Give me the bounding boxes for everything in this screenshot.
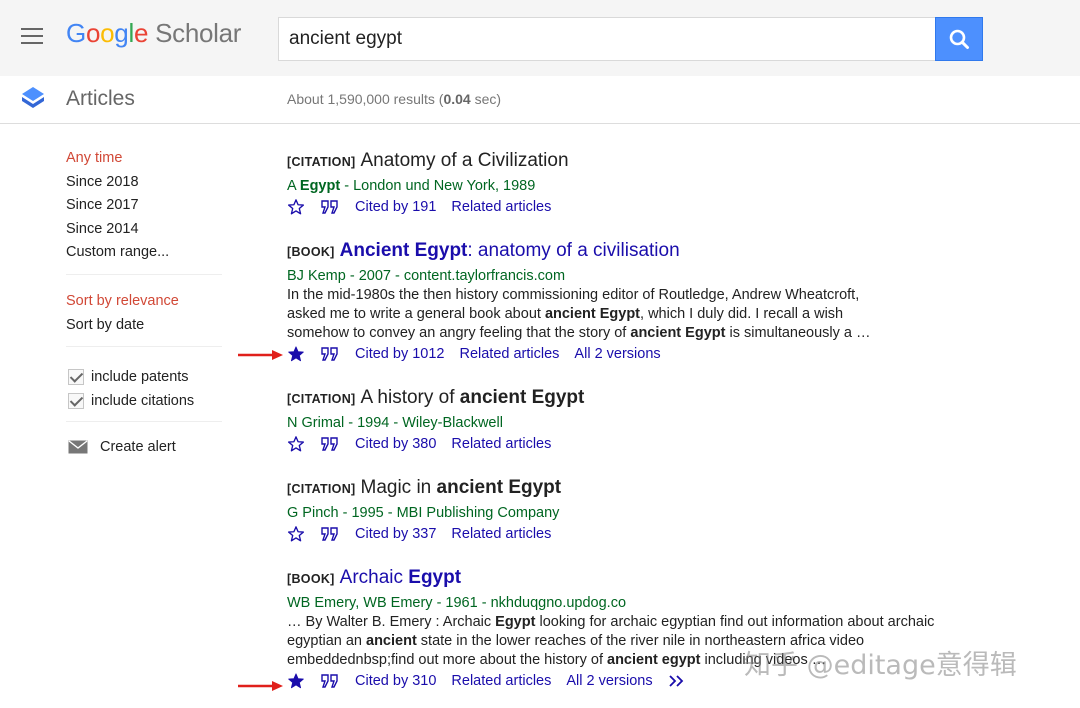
menu-icon[interactable] [21,28,43,44]
cited-by-link[interactable]: Cited by 1012 [355,346,444,362]
sidebar: Any time Since 2018 Since 2017 Since 201… [66,150,222,458]
star-outline-icon[interactable] [287,525,305,543]
result-item: [CITATION] A history of ancient Egypt N G… [287,385,977,455]
filter-since-2017[interactable]: Since 2017 [66,197,222,221]
include-citations-label: include citations [91,393,195,410]
result-type-tag: [BOOK] [287,245,335,259]
result-item: [CITATION] Anatomy of a Civilization A Eg… [287,148,977,218]
cite-quote-icon[interactable] [321,200,339,214]
result-meta: G Pinch - 1995 - MBI Publishing Company [287,505,560,521]
all-versions-link[interactable]: All 2 versions [566,673,652,689]
result-meta: WB Emery, WB Emery - 1961 - nkhduqgno.up… [287,595,627,611]
cited-by-link[interactable]: Cited by 337 [355,526,436,542]
envelope-icon [68,440,88,454]
result-actions: Cited by 337 Related articles [287,523,977,545]
cite-quote-icon[interactable] [321,347,339,361]
related-articles-link[interactable]: Related articles [451,436,551,452]
results-count: About 1,590,000 results (0.04 sec) [287,91,502,107]
sub-header: Articles About 1,590,000 results (0.04 s… [0,76,1080,124]
result-title: [CITATION] Magic in ancient Egypt [287,477,562,498]
result-actions: Cited by 191 Related articles [287,196,977,218]
result-item: [BOOK] Ancient Egypt: anatomy of a civili… [287,238,977,365]
cite-quote-icon[interactable] [321,527,339,541]
top-bar: Google Scholar [0,0,1080,76]
result-meta: BJ Kemp - 2007 - content.taylorfrancis.c… [287,268,566,284]
result-title: [BOOK] Archaic Egypt [287,565,977,592]
star-filled-icon[interactable] [287,345,305,363]
result-title: [CITATION] Anatomy of a Civilization [287,150,569,171]
filter-since-2018[interactable]: Since 2018 [66,174,222,198]
google-scholar-logo[interactable]: Google Scholar [66,18,241,49]
result-title-link[interactable]: Ancient Egypt: anatomy of a civilisation [340,240,680,261]
cite-quote-icon[interactable] [321,437,339,451]
related-articles-link[interactable]: Related articles [451,199,551,215]
divider [66,421,222,423]
result-title: [BOOK] Ancient Egypt: anatomy of a civili… [287,238,977,265]
search-button[interactable] [935,17,983,61]
cited-by-link[interactable]: Cited by 380 [355,436,436,452]
divider [66,346,222,348]
cited-by-link[interactable]: Cited by 310 [355,673,436,689]
result-title: [CITATION] A history of ancient Egypt [287,387,585,408]
star-outline-icon[interactable] [287,435,305,453]
results-list: [CITATION] Anatomy of a Civilization A Eg… [287,148,977,692]
result-item: [CITATION] Magic in ancient Egypt G Pinch… [287,475,977,545]
star-filled-icon[interactable] [287,672,305,690]
result-actions: Cited by 380 Related articles [287,433,977,455]
checkbox-checked-icon[interactable] [68,393,84,410]
result-type-tag: [BOOK] [287,572,335,586]
cite-quote-icon[interactable] [321,674,339,688]
checkbox-checked-icon[interactable] [68,369,84,386]
create-alert-button[interactable]: Create alert [66,436,222,458]
double-chevron-right-icon[interactable] [668,674,686,688]
filter-since-2014[interactable]: Since 2014 [66,221,222,245]
result-type-tag: [CITATION] [287,155,356,169]
watermark: 知乎 @editage意得辑 [744,650,1017,681]
articles-icon [22,87,44,108]
result-title-link[interactable]: Archaic Egypt [340,567,461,588]
cited-by-link[interactable]: Cited by 191 [355,199,436,215]
result-actions: Cited by 1012 Related articles All 2 ver… [287,343,977,365]
red-arrow-annotation [238,350,283,360]
red-arrow-annotation [238,681,283,691]
include-citations-checkbox[interactable]: include citations [66,389,222,413]
result-meta: A Egypt - London und New York, 1989 [287,178,536,194]
result-type-tag: [CITATION] [287,482,356,496]
result-meta: N Grimal - 1994 - Wiley-Blackwell [287,415,503,431]
create-alert-label: Create alert [100,439,176,456]
section-title[interactable]: Articles [66,87,135,111]
star-outline-icon[interactable] [287,198,305,216]
sort-by-relevance[interactable]: Sort by relevance [66,293,222,317]
search-icon [949,29,969,49]
search-input[interactable] [278,17,936,61]
include-patents-checkbox[interactable]: include patents [66,365,222,389]
sort-by-date[interactable]: Sort by date [66,317,222,341]
filter-custom-range[interactable]: Custom range... [66,244,222,268]
related-articles-link[interactable]: Related articles [451,673,551,689]
all-versions-link[interactable]: All 2 versions [574,346,660,362]
filter-any-time[interactable]: Any time [66,150,222,174]
related-articles-link[interactable]: Related articles [451,526,551,542]
include-patents-label: include patents [91,369,189,386]
divider [66,273,222,275]
result-type-tag: [CITATION] [287,392,356,406]
result-snippet: In the mid-1980s the then history commis… [287,287,871,341]
related-articles-link[interactable]: Related articles [459,346,559,362]
